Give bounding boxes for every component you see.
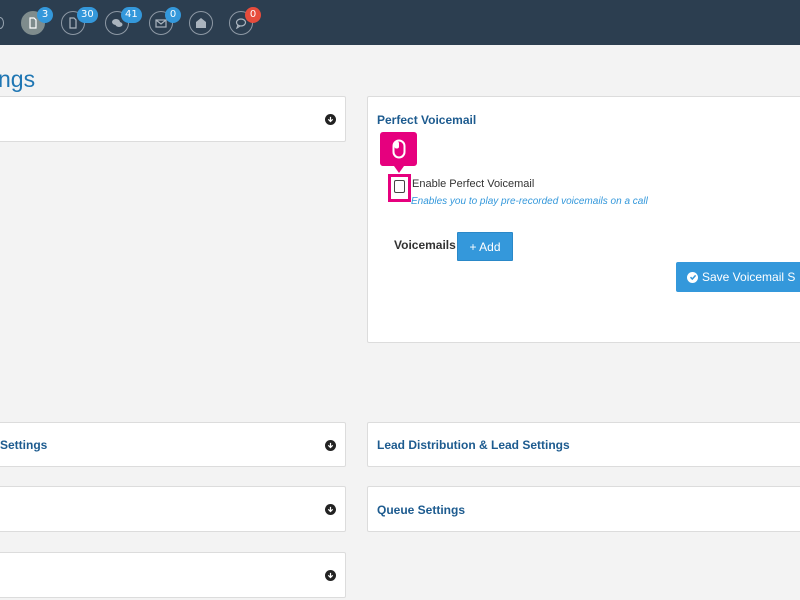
comment-icon[interactable]: 0: [229, 7, 261, 35]
collapsed-panel-left-lower[interactable]: [0, 486, 346, 532]
enable-perfect-voicemail-checkbox[interactable]: [394, 180, 405, 193]
enable-perfect-voicemail-help: Enables you to play pre-recorded voicema…: [411, 196, 648, 207]
envelope-icon[interactable]: 0: [149, 7, 181, 35]
chat-bubbles-icon[interactable]: 41: [105, 7, 142, 35]
notification-badge: 0: [245, 7, 261, 23]
voicemail-document-icon[interactable]: 30: [61, 7, 98, 35]
check-circle-icon: [687, 271, 698, 283]
notification-badge: 41: [121, 7, 142, 23]
add-voicemail-button[interactable]: + Add: [457, 232, 513, 261]
collapsed-panel-left-bottom[interactable]: [0, 552, 346, 598]
document-icon[interactable]: 3: [21, 7, 53, 35]
collapsed-panel-top-left[interactable]: [0, 96, 346, 142]
click-hint-tooltip: [380, 132, 417, 173]
perfect-voicemail-panel: Perfect Voicemail: [367, 96, 800, 343]
panel-title: Settings: [0, 438, 48, 452]
panel-title: Lead Distribution & Lead Settings: [377, 438, 570, 452]
panel-title: Queue Settings: [377, 503, 466, 517]
lead-distribution-panel[interactable]: Lead Distribution & Lead Settings: [367, 422, 800, 467]
chevron-down-icon[interactable]: [325, 570, 336, 581]
collapsed-panel-settings[interactable]: Settings: [0, 422, 346, 467]
page-title: ngs: [0, 66, 36, 92]
open-envelope-icon[interactable]: [189, 11, 213, 35]
chevron-down-icon[interactable]: [325, 504, 336, 515]
chevron-down-icon[interactable]: [325, 440, 336, 451]
notification-badge: 3: [37, 7, 53, 23]
add-voicemail-button-label: + Add: [469, 239, 501, 254]
enable-perfect-voicemail-label[interactable]: Enable Perfect Voicemail: [412, 178, 534, 190]
queue-settings-panel[interactable]: Queue Settings: [367, 486, 800, 532]
top-navbar: 3 30 41 0 0: [0, 0, 800, 45]
partial-nav-icon[interactable]: [0, 17, 4, 29]
mouse-icon: [392, 139, 405, 159]
save-voicemail-settings-button[interactable]: Save Voicemail S: [676, 262, 800, 292]
voicemails-label: Voicemails: [394, 238, 456, 252]
chevron-down-icon[interactable]: [325, 114, 336, 125]
notification-badge: 30: [77, 7, 98, 23]
notification-badge: 0: [165, 7, 181, 23]
save-voicemail-settings-label: Save Voicemail S: [702, 270, 796, 284]
panel-title[interactable]: Perfect Voicemail: [377, 113, 476, 127]
